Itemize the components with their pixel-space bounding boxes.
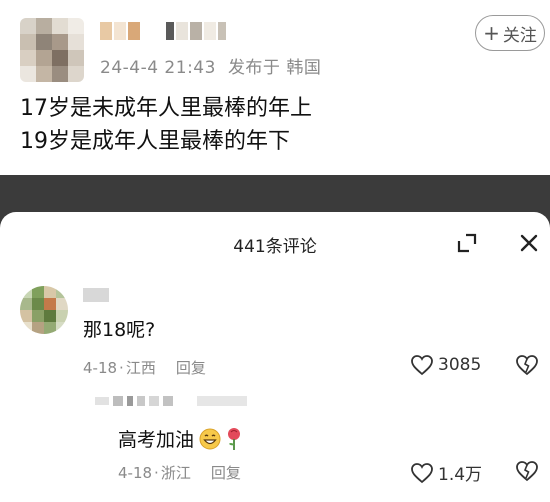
reply-text-row: 高考加油 — [118, 425, 242, 452]
comment-text: 那18呢? — [83, 319, 156, 341]
reply-date: 4-18 — [118, 463, 153, 482]
reply-meta: 4-18 · 浙江 回复 — [118, 462, 241, 483]
replier-name[interactable] — [95, 396, 247, 406]
comment-date: 4-18 — [83, 358, 118, 377]
comment-meta: 4-18 · 江西 回复 — [83, 357, 206, 378]
reply-location: 浙江 — [160, 464, 191, 482]
close-icon[interactable] — [515, 229, 543, 257]
follow-label: 关注 — [502, 25, 537, 46]
post-meta: 24-4-4 21:43 发布于 韩国 — [100, 53, 321, 78]
post-card: 24-4-4 21:43 发布于 韩国 + 关注 17岁是未成年人里最棒的年上 19… — [0, 0, 550, 175]
like-button[interactable]: 3085 — [410, 354, 481, 376]
post-body: 17岁是未成年人里最棒的年上 19岁是成年人里最棒的年下 — [20, 92, 312, 158]
comment-sheet: 441条评论 那18呢? 4-18 · 江西 回复 3085 高考加油 4-18… — [0, 212, 550, 502]
post-author-avatar[interactable] — [20, 18, 84, 82]
reply-button[interactable]: 回复 — [176, 357, 206, 378]
post-date: 24-4-4 21:43 — [100, 58, 216, 78]
post-location: 发布于 韩国 — [227, 58, 322, 78]
post-line: 17岁是未成年人里最棒的年上 — [20, 96, 312, 121]
heart-icon — [411, 355, 433, 376]
plus-icon: + — [483, 21, 500, 45]
follow-button[interactable]: + 关注 — [475, 15, 545, 51]
heart-icon — [411, 462, 433, 483]
reply-button[interactable]: 回复 — [211, 462, 241, 483]
like-count: 3085 — [438, 355, 482, 375]
rose-icon — [228, 427, 241, 450]
like-count: 1.4万 — [438, 465, 483, 485]
like-button[interactable]: 1.4万 — [410, 460, 482, 485]
expand-icon[interactable] — [454, 230, 480, 256]
commenter-avatar[interactable] — [20, 286, 68, 334]
commenter-name[interactable] — [83, 288, 109, 302]
post-line: 19岁是成年人里最棒的年下 — [20, 129, 290, 154]
broken-heart-icon[interactable] — [515, 460, 539, 482]
reply-text: 高考加油 — [118, 429, 195, 451]
post-author-name[interactable] — [100, 22, 226, 40]
grinning-face-icon — [199, 428, 221, 449]
comment-location: 江西 — [125, 359, 156, 377]
broken-heart-icon[interactable] — [515, 354, 539, 376]
